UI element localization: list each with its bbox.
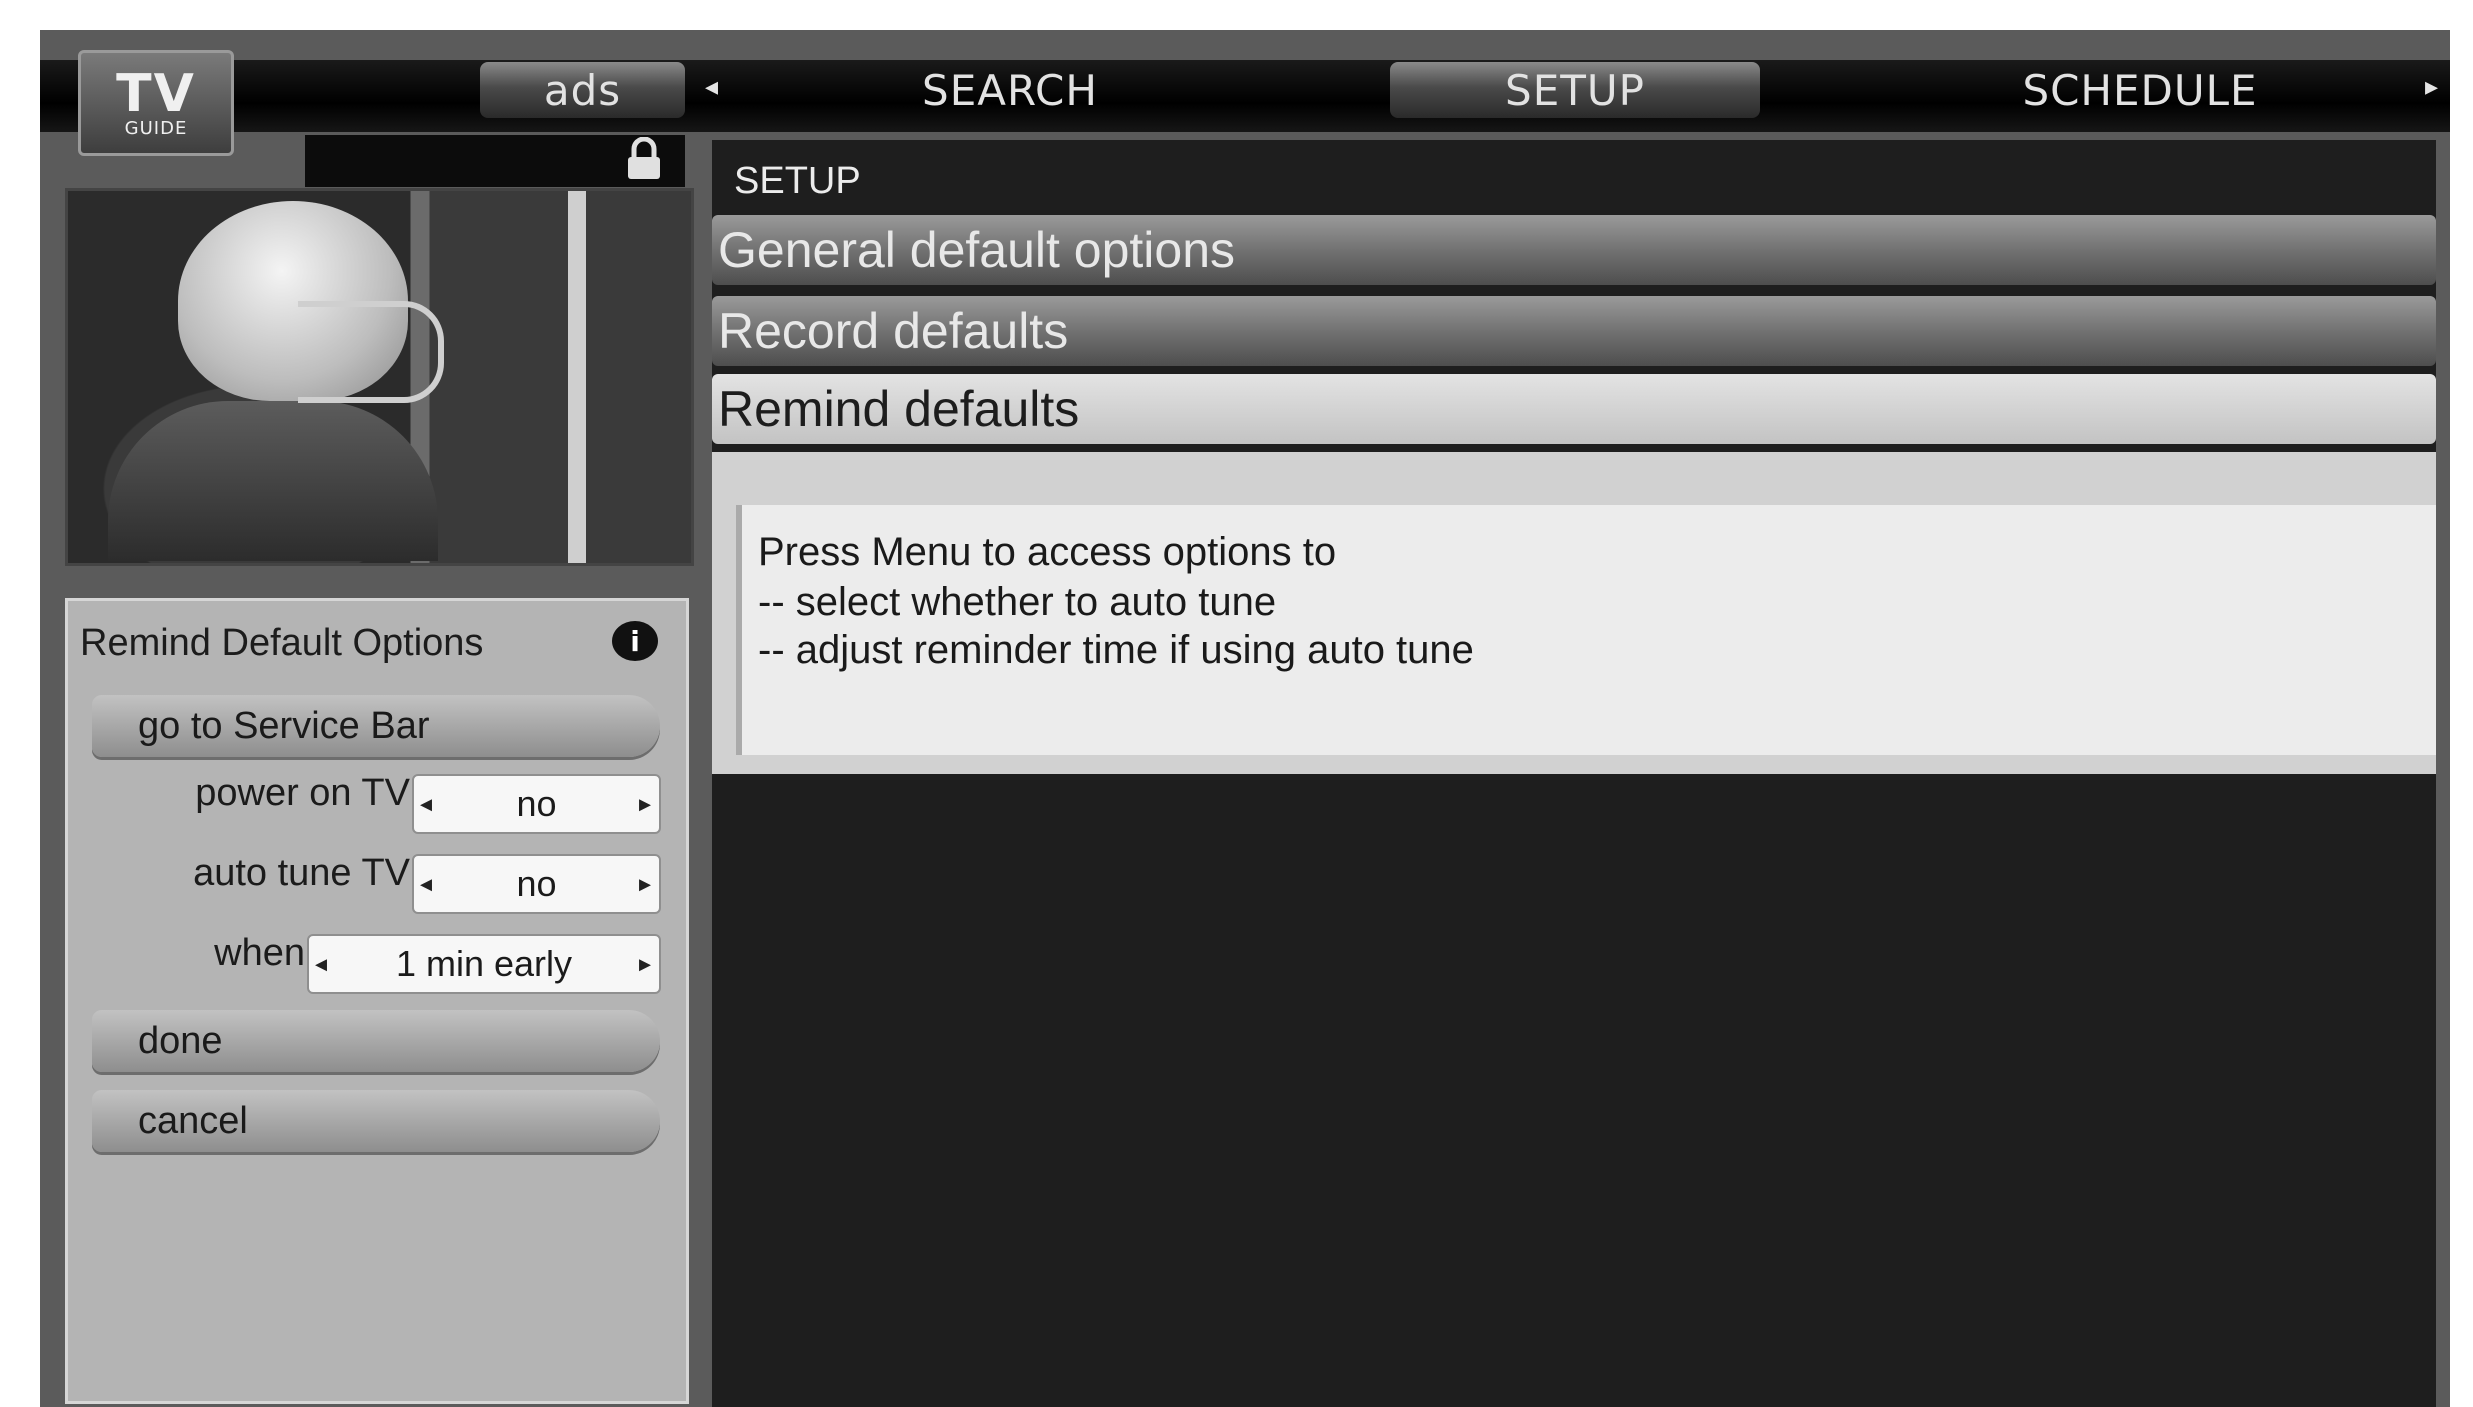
nav-scroll-right-icon[interactable]: ▸ [2425,72,2438,102]
power-on-tv-label: power on TV [195,772,410,814]
menu-remind-defaults[interactable]: Remind defaults [712,374,2436,444]
nav-tab-schedule[interactable]: SCHEDULE [1950,62,2330,118]
left-arrow-icon[interactable]: ◂ [315,950,327,979]
preview-player-body [108,401,438,561]
description-line-3: -- adjust reminder time if using auto tu… [758,628,1474,672]
logo-line-1: TV [116,64,196,124]
nav-tab-search[interactable]: SEARCH [880,62,1140,118]
menu-record-defaults[interactable]: Record defaults [712,296,2436,366]
preview-facemask [298,301,444,403]
nav-tab-setup[interactable]: SETUP [1390,62,1760,118]
auto-tune-tv-select[interactable]: ◂ no ▸ [412,854,661,914]
live-tv-preview[interactable] [65,188,694,566]
left-arrow-icon[interactable]: ◂ [420,870,432,899]
power-on-tv-select[interactable]: ◂ no ▸ [412,774,661,834]
when-label: when [214,932,305,974]
tv-guide-logo: TV GUIDE [78,50,234,156]
logo-line-2: GUIDE [124,118,188,139]
lock-icon [628,137,660,179]
power-on-tv-value: no [516,783,557,824]
menu-general-default-options[interactable]: General default options [712,215,2436,285]
description-line-2: -- select whether to auto tune [758,580,1277,624]
left-arrow-icon[interactable]: ◂ [420,790,432,819]
preview-goalpost [568,191,586,563]
right-arrow-icon[interactable]: ▸ [639,950,651,979]
info-icon: i [612,621,658,661]
cancel-button[interactable]: cancel [92,1090,660,1152]
when-value: 1 min early [395,943,573,984]
done-button[interactable]: done [92,1010,660,1072]
right-arrow-icon[interactable]: ▸ [639,870,651,899]
auto-tune-tv-value: no [516,863,557,904]
right-arrow-icon[interactable]: ▸ [639,790,651,819]
nav-tab-ads[interactable]: ads [480,62,685,118]
description-line-1: Press Menu to access options to [758,530,1337,574]
remind-options-title: Remind Default Options [80,622,484,664]
go-to-service-bar-button[interactable]: go to Service Bar [92,695,660,757]
when-select[interactable]: ◂ 1 min early ▸ [307,934,661,994]
setup-title: SETUP [734,160,861,202]
auto-tune-tv-label: auto tune TV [193,852,410,894]
nav-right-arrow-icon[interactable]: ◂ [705,72,718,102]
